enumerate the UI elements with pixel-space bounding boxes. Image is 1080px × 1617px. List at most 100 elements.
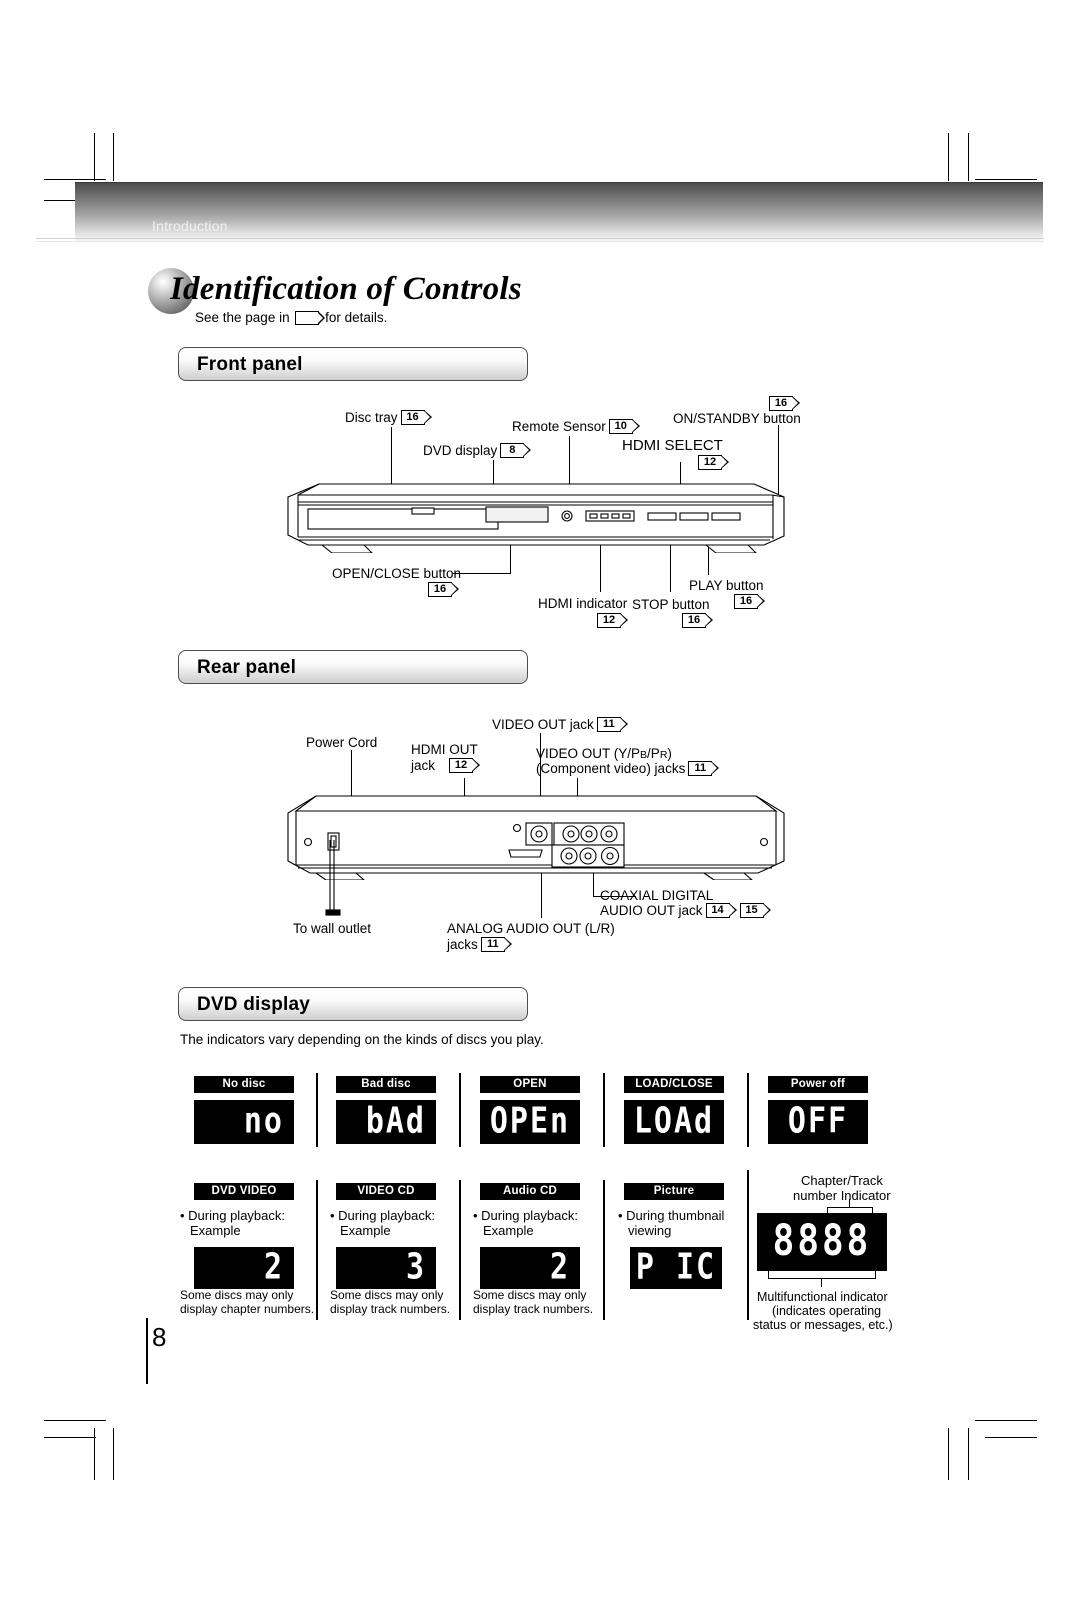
label-disc-tray: Disc tray 16	[345, 410, 432, 427]
label-on-standby-button-text: ON/STANDBY button	[673, 411, 801, 426]
crop-mark	[968, 133, 969, 181]
label-hdmi-out-text: HDMI OUT	[411, 742, 478, 757]
led-display-audio-cd: 2	[480, 1247, 580, 1289]
leader-line	[453, 573, 511, 575]
label-power-cord-text: Power Cord	[306, 735, 378, 750]
label-analog-audio-out: ANALOG AUDIO OUT (L/R)	[447, 921, 615, 938]
display-badge-audio-cd: Audio CD	[480, 1183, 580, 1200]
label-on-standby-button: ON/STANDBY button	[673, 411, 801, 428]
led-display-load-close: LOAd	[624, 1100, 724, 1144]
label-stop-button-ref: 16	[679, 613, 713, 630]
dvd-display-intro-text: The indicators vary depending on the kin…	[180, 1032, 544, 1047]
led-text: 2	[263, 1246, 284, 1289]
label-hdmi-out-jack: HDMI OUT	[411, 742, 478, 759]
manual-page: Introduction Identification of Controls …	[0, 0, 1080, 1617]
column-divider	[316, 1180, 318, 1320]
caption-audio-cd-2: display track numbers.	[473, 1302, 594, 1316]
led-text: P IC	[635, 1246, 717, 1289]
label-analog-audio-out-text: ANALOG AUDIO OUT (L/R)	[447, 921, 615, 936]
section-heading-rear-panel: Rear panel	[178, 650, 528, 684]
led-display-power-off: OFF	[768, 1100, 868, 1144]
led-text: OPEn	[489, 1100, 571, 1143]
crop-mark	[94, 1428, 95, 1480]
led-text: OFF	[787, 1100, 849, 1143]
label-video-out-jack: VIDEO OUT jack 11	[492, 717, 628, 734]
label-hdmi-out-jack-line2: jack 12	[411, 758, 481, 775]
label-hdmi-select-ref: 12	[695, 455, 729, 472]
column-divider	[316, 1073, 318, 1147]
led-display-no-disc: no	[194, 1100, 294, 1144]
label-on-standby-ref: 16	[766, 396, 800, 413]
label-dvd-display: DVD display 8	[423, 443, 532, 460]
column-divider	[747, 1170, 749, 1320]
label-open-close-button-text: OPEN/CLOSE button	[332, 566, 462, 581]
led-display-dvd-video: 2	[194, 1247, 294, 1289]
multifunctional-label-line3: status or messages, etc.)	[753, 1318, 893, 1332]
rear-panel-illustration	[287, 795, 785, 880]
display-badge-bad-disc: Bad disc	[336, 1076, 436, 1093]
page-ref-chip: 16	[400, 410, 432, 426]
led-text: no	[243, 1100, 284, 1143]
display-badge-picture: Picture	[624, 1183, 724, 1200]
label-stop-button-text: STOP button	[632, 597, 710, 612]
crop-mark	[948, 133, 949, 181]
display-badge-power-off: Power off	[768, 1076, 868, 1093]
label-play-button-ref: 16	[731, 594, 765, 611]
note-dvd-video-2: Example	[190, 1223, 241, 1238]
page-ref-chip: 16	[769, 396, 800, 412]
label-component-video-line2: (Component video) jacks 11	[536, 761, 720, 778]
column-divider	[603, 1073, 605, 1147]
power-cord-illustration	[325, 840, 341, 916]
section-heading-dvd-display-label: DVD display	[197, 994, 311, 1015]
page-ref-chip: 12	[449, 758, 481, 774]
label-component-video-text2: (Component video) jacks	[536, 761, 686, 776]
column-divider	[459, 1180, 461, 1320]
label-coaxial-digital-text2: AUDIO OUT jack	[600, 903, 703, 918]
page-ref-chip: 12	[597, 613, 628, 629]
label-power-cord: Power Cord	[306, 735, 377, 752]
dvd-display-intro: The indicators vary depending on the kin…	[180, 1032, 544, 1049]
header-divider	[36, 238, 1044, 239]
display-badge-load-close: LOAD/CLOSE	[624, 1076, 724, 1093]
label-open-close-button: OPEN/CLOSE button	[332, 566, 461, 583]
page-ref-chip: 14	[705, 903, 737, 919]
label-play-button: PLAY button	[689, 578, 764, 595]
led-display-indicator-panel: 8888	[757, 1213, 887, 1271]
page-ref-chip: 12	[698, 455, 729, 471]
page-subtitle: See the page in for details.	[195, 310, 387, 326]
label-to-wall-outlet: To wall outlet	[293, 921, 371, 938]
page-ref-chip: 16	[682, 613, 713, 629]
label-to-wall-outlet-text: To wall outlet	[293, 921, 372, 936]
page-ref-chip: 11	[688, 761, 720, 777]
page-number: 8	[152, 1322, 167, 1352]
page-number-rule	[146, 1318, 148, 1384]
led-display-bad-disc: bAd	[336, 1100, 436, 1144]
label-component-video-text: VIDEO OUT (Y/PB/PR)	[536, 746, 672, 761]
section-heading-rear-panel-label: Rear panel	[197, 657, 297, 678]
led-text: 3	[405, 1246, 426, 1289]
label-video-out-jack-text: VIDEO OUT jack	[492, 717, 594, 732]
caption-video-cd-2: display track numbers.	[330, 1302, 451, 1316]
page-ref-chip: 16	[734, 594, 765, 610]
page-ref-chip: 10	[608, 419, 640, 435]
label-hdmi-indicator: HDMI indicator	[538, 596, 627, 613]
crop-mark	[113, 1428, 114, 1480]
front-panel-illustration	[287, 483, 785, 553]
page-title: Identification of Controls	[170, 271, 522, 307]
label-hdmi-indicator-text: HDMI indicator	[538, 596, 628, 611]
header-divider-2	[36, 241, 1044, 242]
led-display-video-cd: 3	[336, 1247, 436, 1289]
label-remote-sensor: Remote Sensor 10	[512, 419, 640, 436]
label-analog-audio-out-text2: jacks	[447, 937, 478, 952]
display-badge-open: OPEN	[480, 1076, 580, 1093]
page-header-band	[75, 182, 1043, 244]
section-heading-front-panel: Front panel	[178, 347, 528, 381]
led-display-picture: P IC	[630, 1247, 722, 1289]
label-stop-button: STOP button	[632, 597, 710, 614]
crop-mark	[975, 1420, 1037, 1421]
led-text: 2	[549, 1246, 570, 1289]
crop-mark	[44, 179, 106, 180]
display-badge-no-disc: No disc	[194, 1076, 294, 1093]
crop-mark	[44, 1420, 106, 1421]
column-divider	[603, 1180, 605, 1320]
